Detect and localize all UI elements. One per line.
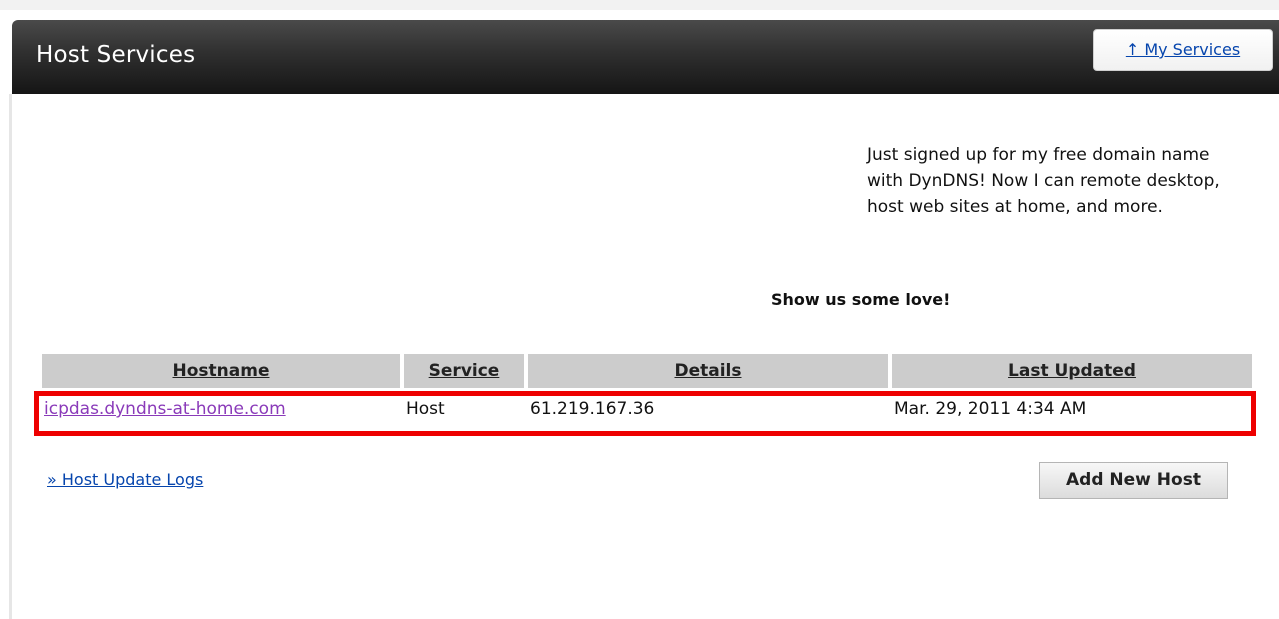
- column-header-details[interactable]: Details: [528, 354, 888, 388]
- column-header-last-updated[interactable]: Last Updated: [892, 354, 1252, 388]
- page: Host Services ↑ My Services Just signed …: [0, 0, 1279, 619]
- left-border: [9, 94, 12, 619]
- page-title: Host Services: [36, 42, 196, 68]
- promo-message: Just signed up for my free domain name w…: [867, 145, 1220, 217]
- my-services-button[interactable]: ↑ My Services: [1093, 29, 1273, 71]
- add-new-host-button[interactable]: Add New Host: [1039, 462, 1228, 499]
- hostname-cell: icpdas.dyndns-at-home.com: [42, 388, 400, 430]
- header-bar: Host Services ↑ My Services: [12, 20, 1279, 94]
- column-header-hostname[interactable]: Hostname: [42, 354, 400, 388]
- service-cell: Host: [406, 399, 445, 419]
- last-updated-cell: Mar. 29, 2011 4:34 AM: [894, 399, 1087, 419]
- details-cell: 61.219.167.36: [530, 399, 655, 419]
- hosts-table: Hostname Service Details Last Updated ic…: [38, 354, 1256, 430]
- table-header-row: Hostname Service Details Last Updated: [42, 354, 1252, 388]
- host-update-logs-link[interactable]: » Host Update Logs: [47, 470, 203, 489]
- top-strip: [0, 0, 1279, 10]
- hostname-link[interactable]: icpdas.dyndns-at-home.com: [44, 399, 286, 419]
- table-row: icpdas.dyndns-at-home.com Host 61.219.16…: [42, 388, 1252, 430]
- show-love-text: Show us some love!: [771, 290, 951, 309]
- column-header-service[interactable]: Service: [404, 354, 524, 388]
